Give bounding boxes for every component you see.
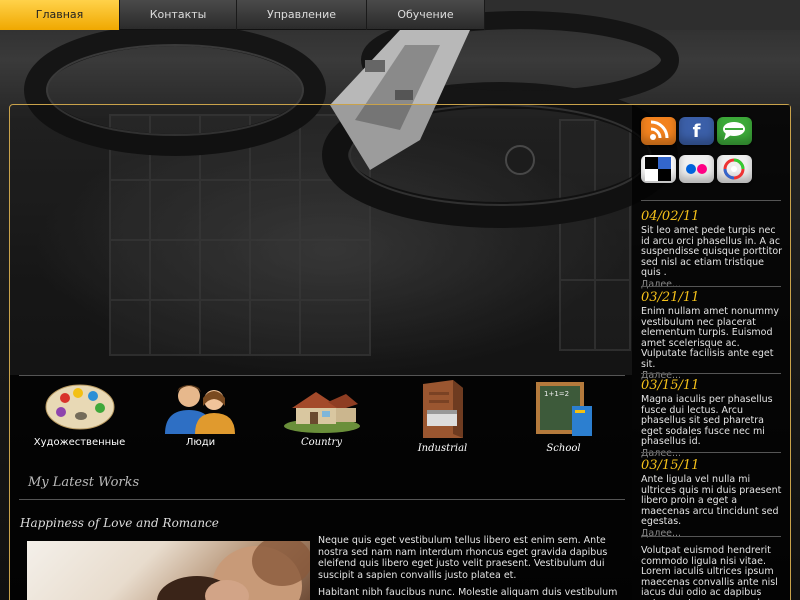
news-date: 04/02/11 [641, 209, 700, 224]
couple-photo [157, 541, 310, 600]
news-text: Sit leo amet pede turpis nec id arcu orc… [641, 225, 783, 278]
latest-works-heading: My Latest Works [28, 475, 140, 490]
category-people[interactable]: Люди [140, 380, 261, 460]
category-row: Художественные Люди Country Industrial 1… [19, 380, 625, 460]
sidebar-text: Volutpat euismod hendrerit commodo ligul… [641, 545, 778, 600]
facebook-icon[interactable]: f [679, 117, 714, 145]
category-industrial[interactable]: Industrial [382, 380, 503, 460]
news-date: 03/15/11 [641, 378, 700, 393]
divider [641, 452, 781, 453]
chat-icon[interactable] [717, 117, 752, 145]
post-body: Neque quis eget vestibulum tellus libero… [318, 535, 626, 600]
divider [641, 536, 781, 537]
building-icon [422, 380, 463, 438]
nav-item-home[interactable]: Главная [0, 0, 120, 30]
post-title[interactable]: Happiness of Love and Romance [20, 516, 219, 530]
category-country[interactable]: Country [261, 380, 382, 460]
post-paragraph: Habitant nibh faucibus nunc. Molestie al… [318, 587, 618, 598]
flickr-icon[interactable] [679, 155, 714, 183]
news-item: 03/15/11 Ante ligula vel nulla mi ultric… [641, 459, 783, 539]
category-label: Художественные [33, 437, 126, 448]
news-text: Magna iaculis per phasellus fusce dui le… [641, 394, 773, 447]
nav-item-contacts[interactable]: Контакты [120, 0, 237, 30]
people-icon [164, 385, 235, 434]
divider [641, 373, 781, 374]
news-item: 03/21/11 Enim nullam amet nonummy vestib… [641, 290, 783, 382]
svg-text:1+1=2: 1+1=2 [544, 390, 569, 398]
nav-item-control[interactable]: Управление [237, 0, 367, 30]
divider [641, 286, 781, 287]
news-date: 03/15/11 [641, 458, 700, 473]
divider [19, 499, 625, 500]
category-label: Люди [185, 437, 216, 448]
divider [641, 200, 781, 201]
category-label: Country [300, 437, 342, 448]
picasa-icon[interactable] [717, 155, 752, 183]
rss-icon[interactable] [641, 117, 676, 145]
read-more-link[interactable]: Далее... [641, 279, 783, 290]
post-image [27, 541, 310, 600]
category-label: School [546, 443, 581, 454]
house-icon [283, 392, 360, 433]
delicious-icon[interactable] [641, 155, 676, 183]
news-text: Ante ligula vel nulla mi ultrices quis m… [641, 474, 782, 527]
news-text: Enim nullam amet nonummy vestibulum nec … [641, 306, 780, 370]
news-item: 04/02/11 Sit leo amet pede turpis nec id… [641, 210, 783, 290]
category-school[interactable]: 1+1=2 School [503, 380, 624, 460]
social-icons: f [641, 117, 761, 193]
chalkboard-icon: 1+1=2 [535, 382, 592, 436]
category-label: Industrial [417, 443, 468, 454]
top-navigation: Главная Контакты Управление Обучение [0, 0, 485, 30]
post-paragraph: Neque quis eget vestibulum tellus libero… [318, 535, 608, 581]
nav-item-training[interactable]: Обучение [367, 0, 485, 30]
read-more-link[interactable]: Далее... [641, 448, 783, 459]
palette-icon [45, 384, 114, 430]
news-item: 03/15/11 Magna iaculis per phasellus fus… [641, 379, 783, 459]
category-artistic[interactable]: Художественные [19, 380, 140, 460]
divider [19, 375, 625, 376]
news-date: 03/21/11 [641, 290, 700, 305]
